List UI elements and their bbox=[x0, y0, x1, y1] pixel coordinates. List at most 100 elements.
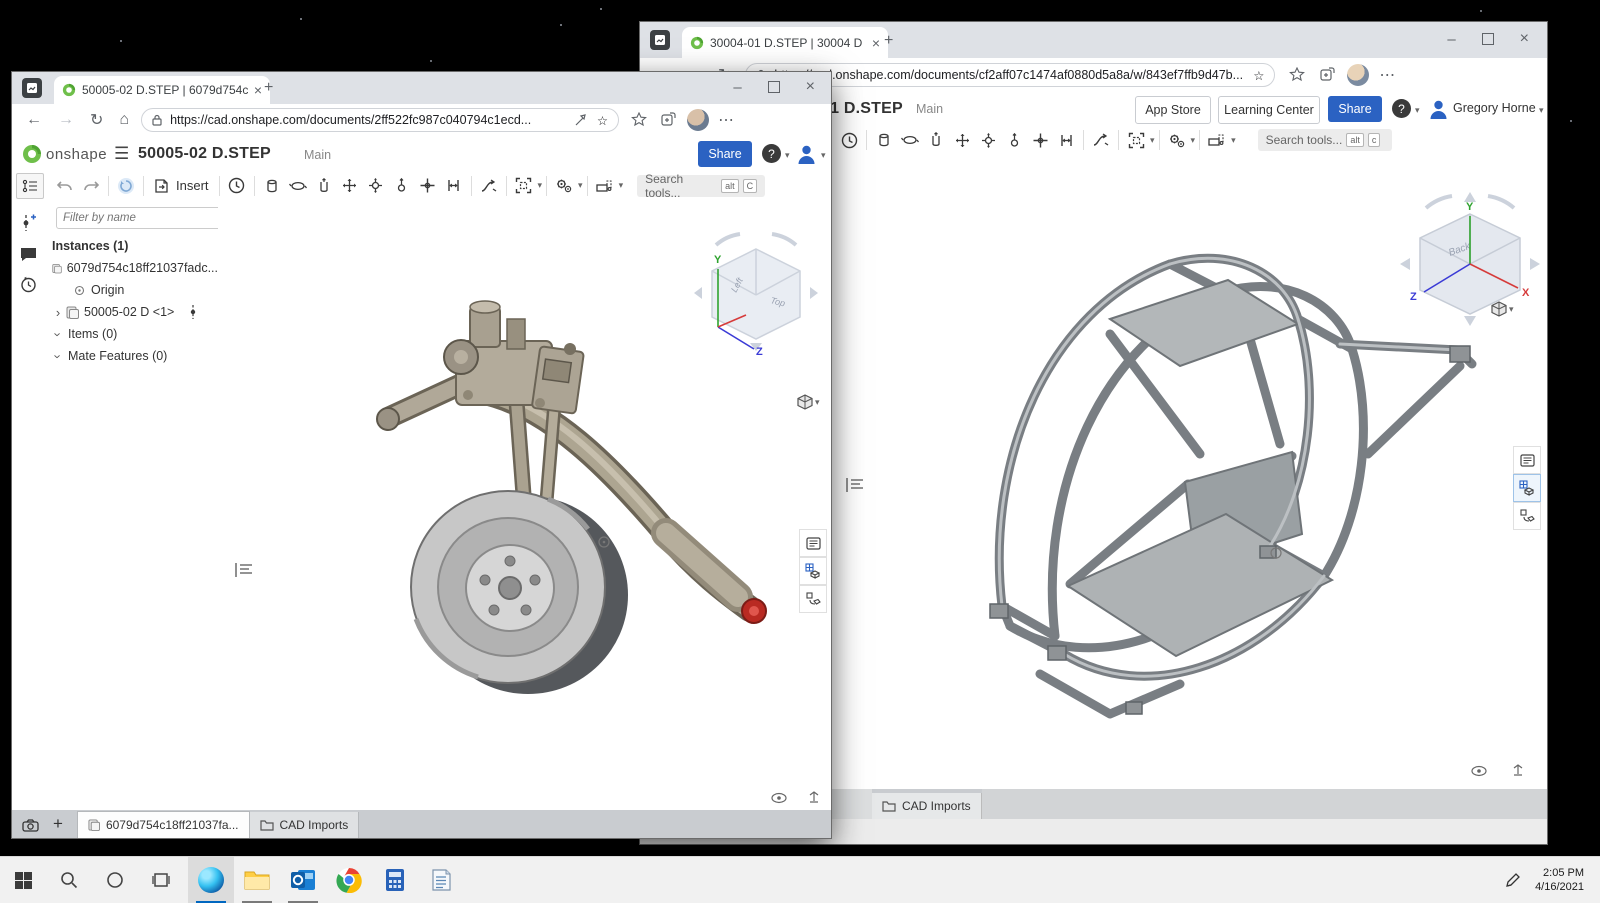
browser-profile-avatar[interactable] bbox=[687, 109, 709, 131]
tree-root-item[interactable]: 6079d754c18ff21037fadc... bbox=[44, 257, 218, 279]
expand-chevron-icon[interactable]: › bbox=[52, 305, 64, 320]
help-caret-icon[interactable]: ▾ bbox=[1415, 105, 1420, 116]
mate-pin-slot-icon[interactable] bbox=[1001, 128, 1027, 152]
help-icon[interactable]: ? bbox=[762, 144, 781, 163]
back-icon[interactable]: ← bbox=[26, 111, 42, 129]
history-icon[interactable] bbox=[224, 174, 250, 198]
taskbar-clock[interactable]: 2:05 PM 4/16/2021 bbox=[1527, 866, 1592, 895]
browser-tab[interactable]: 30004-01 D.STEP | 30004 D × bbox=[682, 27, 888, 58]
mate-cylindrical-icon[interactable] bbox=[259, 174, 285, 198]
new-element-tab-button[interactable]: + bbox=[53, 814, 63, 834]
bom-panel-icon[interactable] bbox=[799, 557, 827, 585]
gears-caret-icon[interactable]: ▾ bbox=[1191, 135, 1196, 146]
mate-pin-slot-icon[interactable] bbox=[389, 174, 415, 198]
redo-icon[interactable] bbox=[78, 174, 104, 198]
maximize-button[interactable] bbox=[768, 81, 780, 93]
forward-icon[interactable]: → bbox=[58, 111, 74, 129]
units-indicator-icon[interactable] bbox=[1511, 764, 1525, 777]
insert-icon[interactable] bbox=[148, 174, 174, 198]
panel-flyout-handle[interactable] bbox=[234, 561, 254, 579]
search-icon[interactable] bbox=[46, 857, 92, 903]
search-tools[interactable]: Search tools... alt C bbox=[637, 175, 765, 197]
configurations-panel-icon[interactable] bbox=[799, 585, 827, 613]
home-icon[interactable]: ⌂ bbox=[119, 111, 129, 129]
help-caret-icon[interactable]: ▾ bbox=[785, 150, 790, 161]
collapse-chevron-icon[interactable]: › bbox=[51, 350, 66, 362]
tab-cad-imports[interactable]: CAD Imports bbox=[250, 812, 360, 838]
feature-list-panel-icon[interactable] bbox=[799, 529, 827, 557]
address-field[interactable]: https://cad.onshape.com/documents/2ff522… bbox=[141, 108, 619, 132]
start-button[interactable] bbox=[0, 857, 46, 903]
tree-origin-item[interactable]: Origin bbox=[44, 279, 218, 301]
appearance-indicator-icon[interactable] bbox=[1471, 765, 1487, 777]
panel-flyout-handle[interactable] bbox=[845, 476, 865, 494]
snapshot-icon[interactable] bbox=[1123, 128, 1149, 152]
browser-menu-icon[interactable]: ⋯ bbox=[718, 110, 734, 130]
filter-input[interactable] bbox=[56, 207, 226, 229]
section-view-icon[interactable] bbox=[592, 174, 618, 198]
minimize-button[interactable]: – bbox=[1447, 31, 1455, 48]
instance-tree-toggle-icon[interactable] bbox=[16, 173, 44, 199]
mate-cylindrical-icon[interactable] bbox=[871, 128, 897, 152]
favorites-bar-icon[interactable] bbox=[631, 112, 647, 128]
snapshot-caret-icon[interactable]: ▾ bbox=[538, 180, 543, 191]
pen-tray-icon[interactable] bbox=[1505, 872, 1521, 888]
undo-icon[interactable] bbox=[52, 174, 78, 198]
section-view-icon[interactable] bbox=[1204, 128, 1230, 152]
share-button[interactable]: Share bbox=[698, 141, 752, 167]
chrome-icon[interactable] bbox=[326, 857, 372, 903]
user-avatar-icon[interactable] bbox=[796, 143, 817, 164]
mate-fastened-icon[interactable] bbox=[415, 174, 441, 198]
snapshot-caret-icon[interactable]: ▾ bbox=[1150, 135, 1155, 146]
mate-revolute-icon[interactable] bbox=[285, 174, 311, 198]
file-explorer-icon[interactable] bbox=[234, 857, 280, 903]
calculator-icon[interactable] bbox=[372, 857, 418, 903]
collections-icon[interactable] bbox=[660, 112, 676, 128]
feature-list-panel-icon[interactable] bbox=[1513, 446, 1541, 474]
mate-planar-icon[interactable] bbox=[337, 174, 363, 198]
mate-connector-tool-icon[interactable] bbox=[20, 213, 36, 233]
update-icon[interactable] bbox=[113, 174, 139, 198]
share-button[interactable]: Share bbox=[1328, 96, 1382, 122]
new-tab-button[interactable]: + bbox=[884, 32, 893, 50]
learning-center-button[interactable]: Learning Center bbox=[1218, 96, 1320, 124]
new-tab-button[interactable]: + bbox=[264, 79, 273, 97]
tab-cad-imports[interactable]: CAD Imports bbox=[872, 793, 982, 819]
refresh-icon[interactable]: ↻ bbox=[90, 110, 103, 130]
browser-workspaces-icon[interactable] bbox=[22, 78, 42, 98]
close-button[interactable]: × bbox=[806, 78, 815, 96]
snapshot-icon[interactable] bbox=[511, 174, 537, 198]
view-cube[interactable]: Left Top Y Z bbox=[688, 227, 824, 357]
task-view-icon[interactable] bbox=[138, 857, 184, 903]
appearance-indicator-icon[interactable] bbox=[771, 792, 787, 804]
collections-icon[interactable] bbox=[1319, 67, 1335, 83]
browser-workspaces-icon[interactable] bbox=[650, 30, 670, 50]
units-indicator-icon[interactable] bbox=[807, 791, 821, 804]
history-icon[interactable] bbox=[836, 128, 862, 152]
mate-slider-icon[interactable] bbox=[923, 128, 949, 152]
main-menu-icon[interactable]: ☰ bbox=[114, 144, 129, 164]
mate-relation-icon[interactable] bbox=[476, 174, 502, 198]
mate-fastened-icon[interactable] bbox=[1027, 128, 1053, 152]
bookmark-star-icon[interactable]: ☆ bbox=[1253, 68, 1264, 83]
outlook-icon[interactable] bbox=[280, 857, 326, 903]
tree-mate-features-group[interactable]: › Mate Features (0) bbox=[44, 345, 218, 367]
search-tools[interactable]: Search tools... alt c bbox=[1258, 129, 1392, 151]
tab-close-icon[interactable]: × bbox=[254, 83, 262, 97]
view-cube-menu[interactable]: ▾ bbox=[1490, 300, 1514, 318]
cortana-icon[interactable] bbox=[92, 857, 138, 903]
mate-relation-icon[interactable] bbox=[1088, 128, 1114, 152]
mate-ball-icon[interactable] bbox=[975, 128, 1001, 152]
browser-profile-avatar[interactable] bbox=[1347, 64, 1369, 86]
notepad-icon[interactable] bbox=[418, 857, 464, 903]
tab-close-icon[interactable]: × bbox=[872, 36, 880, 50]
edge-taskbar-icon[interactable] bbox=[188, 857, 234, 903]
user-avatar-icon[interactable] bbox=[1428, 98, 1449, 119]
mate-slider-icon[interactable] bbox=[311, 174, 337, 198]
help-icon[interactable]: ? bbox=[1392, 99, 1411, 118]
bookmark-star-icon[interactable]: ☆ bbox=[597, 113, 608, 128]
comment-icon[interactable] bbox=[20, 247, 37, 262]
section-caret-icon[interactable]: ▾ bbox=[619, 180, 624, 191]
tree-items-group[interactable]: › Items (0) bbox=[44, 323, 218, 345]
mate-planar-icon[interactable] bbox=[949, 128, 975, 152]
